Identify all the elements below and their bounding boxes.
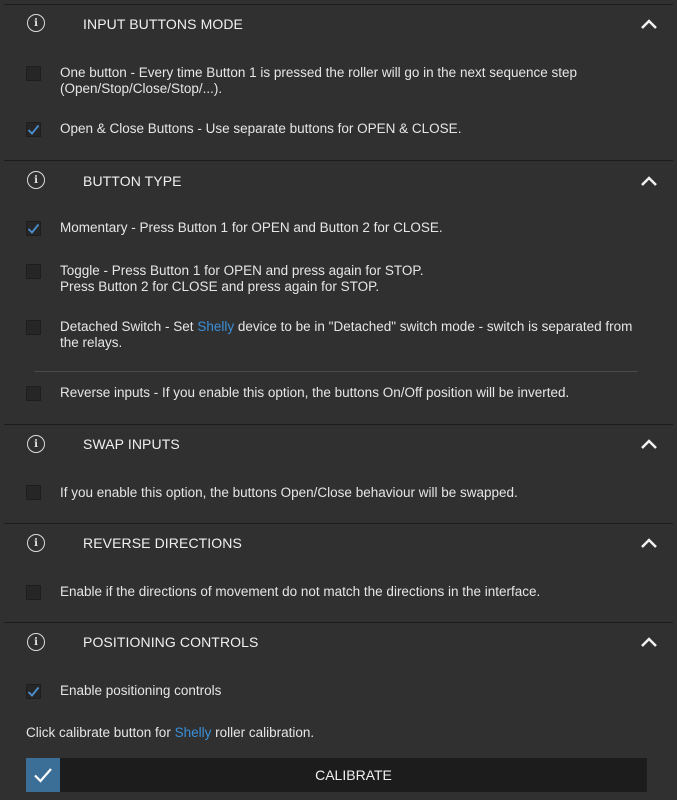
- section-title-input-mode: INPUT BUTTONS MODE: [83, 16, 243, 32]
- chevron-up-icon[interactable]: [638, 437, 660, 451]
- checkbox-positioning[interactable]: [26, 684, 41, 699]
- option-toggle-line1: Toggle - Press Button 1 for OPEN and pre…: [60, 263, 424, 278]
- checkbox-one-button[interactable]: [26, 66, 41, 81]
- option-positioning-label: Enable positioning controls: [60, 683, 222, 698]
- shelly-link[interactable]: Shelly: [197, 319, 234, 334]
- info-icon[interactable]: i: [27, 435, 45, 453]
- checkmark-icon: [34, 768, 52, 783]
- info-icon[interactable]: i: [27, 171, 45, 189]
- calibration-note: Click calibrate button for Shelly roller…: [26, 725, 314, 741]
- info-glyph: i: [34, 17, 38, 29]
- sub-divider: [34, 371, 638, 372]
- option-swap-inputs-label: If you enable this option, the buttons O…: [60, 485, 518, 500]
- info-icon[interactable]: i: [27, 534, 45, 552]
- info-glyph: i: [34, 636, 38, 648]
- option-toggle-label: Toggle - Press Button 1 for OPEN and pre…: [60, 263, 423, 295]
- section-title-swap-inputs: SWAP INPUTS: [83, 436, 180, 452]
- chevron-up-icon[interactable]: [638, 536, 660, 550]
- option-one-button-line1: One button - Every time Button 1 is pres…: [60, 65, 578, 80]
- checkmark-icon: [27, 223, 40, 234]
- section-divider: [4, 523, 673, 524]
- calibration-note-pre: Click calibrate button for: [26, 725, 175, 740]
- option-detached-post: device to be in "Detached" switch mode -…: [234, 319, 633, 334]
- option-reverse-inputs-label: Reverse inputs - If you enable this opti…: [60, 385, 570, 400]
- checkmark-icon: [27, 124, 40, 135]
- shelly-link[interactable]: Shelly: [175, 725, 212, 740]
- info-icon[interactable]: i: [27, 14, 45, 32]
- calibrate-button-label[interactable]: CALIBRATE: [60, 758, 647, 792]
- chevron-up-icon[interactable]: [638, 174, 660, 188]
- checkbox-momentary[interactable]: [26, 221, 41, 236]
- checkbox-swap-inputs[interactable]: [26, 485, 41, 500]
- option-one-button-line2: (Open/Stop/Close/Stop/...).: [60, 81, 223, 96]
- calibrate-check-box[interactable]: [26, 758, 60, 792]
- section-divider: [4, 424, 673, 425]
- chevron-up-icon[interactable]: [638, 635, 660, 649]
- checkbox-reverse-directions[interactable]: [26, 585, 41, 600]
- option-detached-line2: the relays.: [60, 335, 123, 350]
- checkbox-reverse-inputs[interactable]: [26, 386, 41, 401]
- option-reverse-directions-label: Enable if the directions of movement do …: [60, 584, 541, 599]
- section-title-reverse-directions: REVERSE DIRECTIONS: [83, 535, 242, 551]
- checkbox-open-close[interactable]: [26, 122, 41, 137]
- info-icon[interactable]: i: [27, 633, 45, 651]
- info-glyph: i: [34, 174, 38, 186]
- top-divider: [4, 4, 673, 5]
- section-title-button-type: BUTTON TYPE: [83, 173, 182, 189]
- checkmark-icon: [27, 686, 40, 697]
- option-toggle-line2: Press Button 2 for CLOSE and press again…: [60, 279, 380, 294]
- section-title-positioning: POSITIONING CONTROLS: [83, 634, 259, 650]
- calibration-note-post: roller calibration.: [211, 725, 315, 740]
- section-divider: [4, 622, 673, 623]
- chevron-up-icon[interactable]: [638, 17, 660, 31]
- checkbox-detached[interactable]: [26, 320, 41, 335]
- option-detached-line1: Detached Switch - Set Shelly device to b…: [60, 319, 632, 335]
- option-detached-pre: Detached Switch - Set: [60, 319, 198, 334]
- info-glyph: i: [34, 438, 38, 450]
- option-open-close-label: Open & Close Buttons - Use separate butt…: [60, 121, 462, 136]
- section-divider: [4, 160, 673, 161]
- option-detached-label: Detached Switch - Set Shelly device to b…: [60, 319, 632, 351]
- option-one-button-label: One button - Every time Button 1 is pres…: [60, 65, 577, 97]
- checkbox-toggle[interactable]: [26, 264, 41, 279]
- info-glyph: i: [34, 537, 38, 549]
- option-momentary-label: Momentary - Press Button 1 for OPEN and …: [60, 220, 443, 235]
